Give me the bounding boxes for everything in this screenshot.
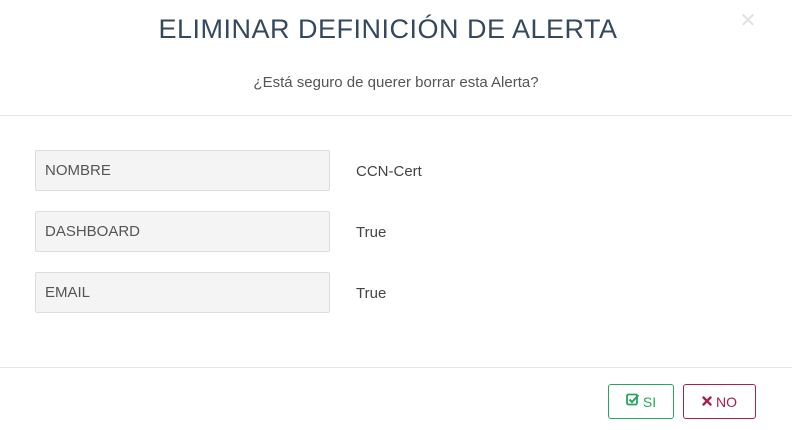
no-button[interactable]: NO <box>683 384 756 419</box>
field-value-email: True <box>356 285 387 302</box>
no-button-label: NO <box>716 393 737 410</box>
dialog-footer: SI NO <box>0 367 792 430</box>
delete-alert-dialog: ELIMINAR DEFINICIÓN DE ALERTA ✕ ¿Está se… <box>0 0 792 430</box>
field-label-nombre: NOMBRE <box>35 150 330 191</box>
field-label-email: EMAIL <box>35 272 330 313</box>
field-row-nombre: NOMBRE CCN-Cert <box>35 150 735 191</box>
checked-box-icon <box>625 385 640 418</box>
field-label-dashboard: DASHBOARD <box>35 211 330 252</box>
dialog-header: ELIMINAR DEFINICIÓN DE ALERTA ✕ ¿Está se… <box>0 0 792 116</box>
dialog-title: ELIMINAR DEFINICIÓN DE ALERTA <box>158 14 618 44</box>
field-row-email: EMAIL True <box>35 272 735 313</box>
field-row-dashboard: DASHBOARD True <box>35 211 735 252</box>
dialog-body: NOMBRE CCN-Cert DASHBOARD True EMAIL Tru… <box>0 117 792 367</box>
yes-button[interactable]: SI <box>608 384 674 419</box>
dialog-subtitle: ¿Está seguro de querer borrar esta Alert… <box>253 74 539 91</box>
field-value-nombre: CCN-Cert <box>356 163 422 180</box>
yes-button-label: SI <box>642 393 657 410</box>
field-value-dashboard: True <box>356 224 387 241</box>
x-icon <box>702 385 712 418</box>
close-icon[interactable]: ✕ <box>738 10 758 32</box>
